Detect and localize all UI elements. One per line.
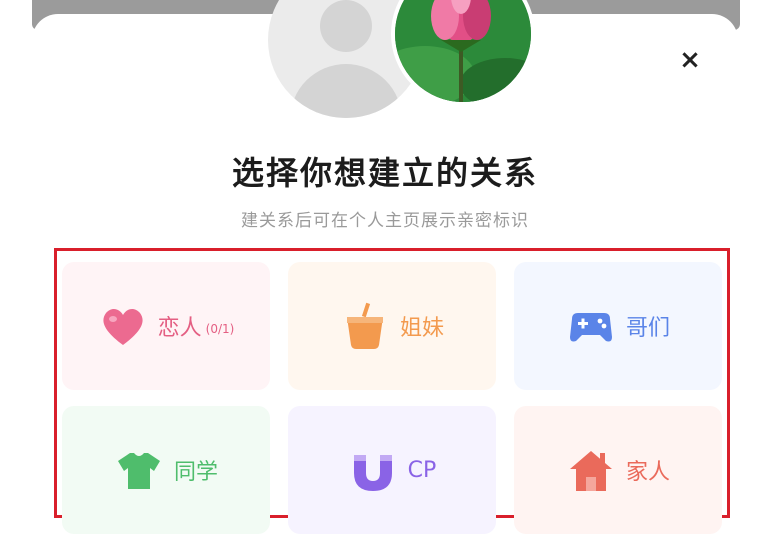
relation-label: 同学 <box>173 460 218 485</box>
relation-label: 姐妹 <box>399 316 444 341</box>
magnet-icon <box>353 455 392 491</box>
close-button[interactable]: × <box>672 42 708 78</box>
relation-card-sister[interactable]: 姐妹 <box>288 262 496 390</box>
relation-grid: 恋人 (0/1) 姐妹 哥们 同学 CP 家人 <box>62 262 722 534</box>
heart-icon <box>103 308 143 345</box>
friend-avatar-lotus-photo <box>391 0 535 106</box>
drink-cup-icon <box>346 302 383 349</box>
avatar-head-shape <box>320 0 372 52</box>
relation-card-cp[interactable]: CP <box>288 406 496 534</box>
avatar-body-shape <box>290 64 402 118</box>
gamepad-icon <box>569 313 612 342</box>
relation-card-bro[interactable]: 哥们 <box>514 262 722 390</box>
dialog-subtitle: 建关系后可在个人主页展示亲密标识 <box>241 211 529 231</box>
relation-label: 家人 <box>625 460 670 485</box>
tshirt-icon <box>117 453 160 489</box>
relation-label: 哥们 <box>625 316 670 341</box>
relation-card-family[interactable]: 家人 <box>514 406 722 534</box>
relation-card-classmate[interactable]: 同学 <box>62 406 270 534</box>
relation-card-lover[interactable]: 恋人 (0/1) <box>62 262 270 390</box>
relation-count: (0/1) <box>205 322 235 336</box>
close-icon: × <box>679 45 701 75</box>
relation-label: 恋人 <box>157 316 202 341</box>
dialog-title: 选择你想建立的关系 <box>231 154 538 192</box>
house-icon <box>569 451 612 491</box>
relation-label: CP <box>407 457 437 483</box>
lotus-photo-image <box>395 0 531 102</box>
